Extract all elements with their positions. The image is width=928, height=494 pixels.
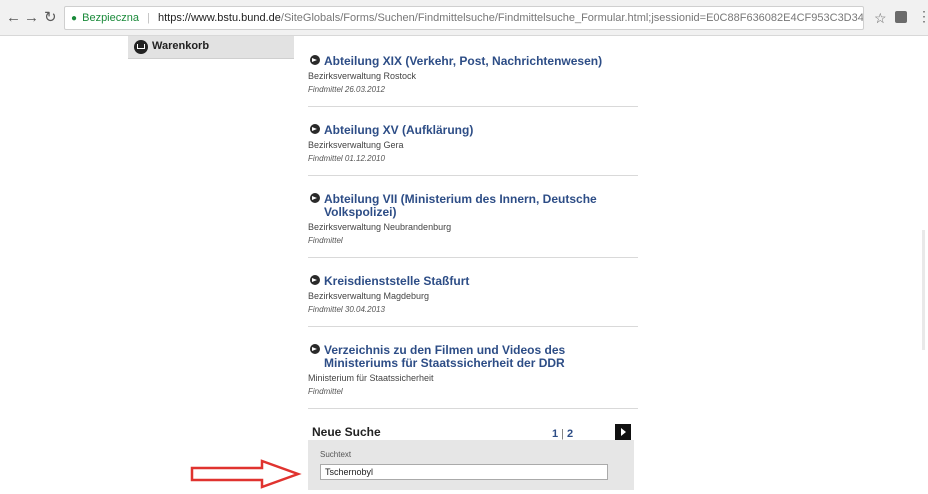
search-text-input[interactable] <box>320 464 608 480</box>
results-list: Abteilung XIX (Verkehr, Post, Nachrichte… <box>308 36 638 455</box>
back-arrow-icon[interactable]: ← <box>6 9 21 27</box>
page-1-link[interactable]: 1 <box>552 428 558 440</box>
basket-nav-item[interactable]: Warenkorb <box>128 36 294 59</box>
result-date: Findmittel 01.12.2010 <box>308 154 385 163</box>
new-search-heading: Neue Suche <box>312 425 381 439</box>
result-item: Abteilung XIX (Verkehr, Post, Nachrichte… <box>308 36 638 107</box>
arrow-circle-icon <box>310 55 320 65</box>
arrow-circle-icon <box>310 344 320 354</box>
arrow-circle-icon <box>310 275 320 285</box>
search-text-label: Suchtext <box>320 450 352 459</box>
pager-separator: | <box>561 428 564 440</box>
result-item: Verzeichnis zu den Filmen und Videos des… <box>308 327 638 409</box>
reload-icon[interactable]: ↻ <box>44 9 57 27</box>
result-date: Findmittel 30.04.2013 <box>308 305 385 314</box>
result-item: Abteilung XV (Aufklärung) Bezirksverwalt… <box>308 107 638 176</box>
pagination: 1 | 2 <box>552 428 573 440</box>
red-arrow-annotation-icon <box>190 459 302 489</box>
result-date: Findmittel <box>308 387 343 396</box>
lock-icon: ● <box>71 13 78 24</box>
address-bar[interactable]: ● Bezpieczna | https://www.bstu.bund.de/… <box>64 6 864 30</box>
result-title-link[interactable]: Kreisdienststelle Staßfurt <box>308 275 638 288</box>
result-date: Findmittel 26.03.2012 <box>308 85 385 94</box>
search-panel: Suchtext <box>308 440 634 490</box>
result-org: Bezirksverwaltung Neubrandenburg <box>308 222 452 232</box>
address-separator: | <box>147 12 150 24</box>
result-title-link[interactable]: Abteilung XV (Aufklärung) <box>308 124 638 137</box>
result-title-link[interactable]: Abteilung VII (Ministerium des Innern, D… <box>308 193 638 219</box>
bookmark-star-icon[interactable]: ☆ <box>874 10 887 27</box>
result-title-link[interactable]: Verzeichnis zu den Filmen und Videos des… <box>308 344 638 370</box>
basket-icon <box>134 40 148 54</box>
secure-label: Bezpieczna <box>82 12 139 24</box>
basket-label: Warenkorb <box>152 40 210 52</box>
next-page-button[interactable] <box>615 424 631 440</box>
result-title-link[interactable]: Abteilung XIX (Verkehr, Post, Nachrichte… <box>308 55 638 68</box>
page-2-link[interactable]: 2 <box>567 428 573 440</box>
url-path: /SiteGlobals/Forms/Suchen/Findmittelsuch… <box>280 12 864 24</box>
result-date: Findmittel <box>308 236 343 245</box>
result-org: Bezirksverwaltung Gera <box>308 140 404 150</box>
result-item: Abteilung VII (Ministerium des Innern, D… <box>308 176 638 258</box>
scrollbar[interactable] <box>922 230 925 350</box>
browser-toolbar: ← → ↻ ● Bezpieczna | https://www.bstu.bu… <box>0 0 928 36</box>
url-host: https://www.bstu.bund.de <box>157 12 281 24</box>
result-org: Ministerium für Staatssicherheit <box>308 373 434 383</box>
result-item: Kreisdienststelle Staßfurt Bezirksverwal… <box>308 258 638 327</box>
menu-dots-icon[interactable]: ⋮ <box>917 8 928 25</box>
arrow-circle-icon <box>310 124 320 134</box>
arrow-circle-icon <box>310 193 320 203</box>
extension-icon[interactable] <box>895 11 907 23</box>
result-org: Bezirksverwaltung Rostock <box>308 71 417 81</box>
forward-arrow-icon[interactable]: → <box>24 9 39 27</box>
result-org: Bezirksverwaltung Magdeburg <box>308 291 430 301</box>
